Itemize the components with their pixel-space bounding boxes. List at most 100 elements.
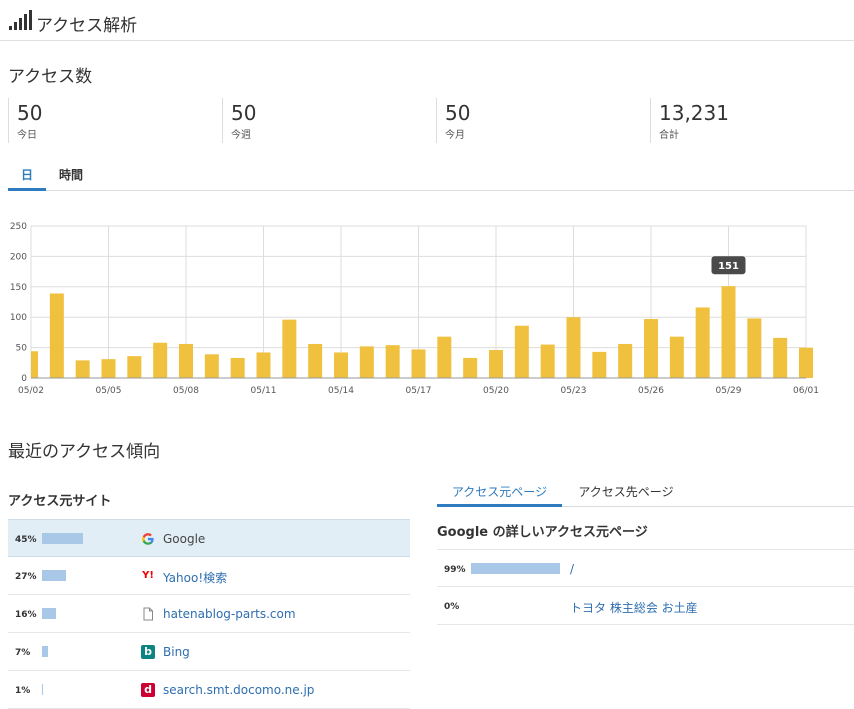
source-percent: 7% [15,648,31,658]
bar [669,336,684,378]
referrer-page-row[interactable]: 99% / [437,549,854,587]
access-chart-svg: 0 50 100 150 200 250 05/02 05/05 05/08 05/11 05/14… [10,222,819,396]
y-tick-label: 50 [16,344,28,354]
tab-hour[interactable]: 時間 [50,165,92,191]
trend-title: 最近のアクセス傾向 [8,442,161,462]
bar [49,293,64,378]
source-name[interactable]: Bing [163,645,190,659]
y-tick-label: 200 [10,252,27,262]
bar [514,325,529,378]
bar [308,343,323,378]
sources-title: アクセス元サイト [8,494,112,509]
stat-value: 50 [17,101,43,125]
bar [721,286,736,378]
y-tick-label: 0 [21,374,27,384]
source-percent: 16% [15,610,37,620]
page-header: アクセス解析 [0,0,854,41]
tab-day[interactable]: 日 [8,165,46,191]
bar [282,319,297,378]
x-tick-label: 05/20 [483,386,509,396]
source-row-google[interactable]: 45% Google [8,519,410,557]
bar [31,351,38,378]
source-percent-bar [42,646,49,657]
access-chart: 0 50 100 150 200 250 05/02 05/05 05/08 05/11 05/14… [0,215,854,405]
page-title: アクセス解析 [36,16,138,36]
referrer-page-row[interactable]: 0% トヨタ 株主総会 お土産 [437,587,854,625]
x-tick-label: 05/02 [18,386,44,396]
stat-label: 合計 [659,130,679,141]
bar [695,307,710,378]
x-tick-label: 05/11 [251,386,277,396]
bar [644,319,658,378]
docomo-icon: d [141,683,155,697]
source-percent: 1% [15,686,31,696]
bar [101,359,116,378]
stat-value: 13,231 [659,101,729,125]
bar [204,354,219,378]
tab-referrer-pages[interactable]: アクセス元ページ [437,483,562,507]
stat-label: 今日 [17,130,37,141]
bar [179,343,193,378]
x-tick-label: 05/23 [561,386,587,396]
bar [334,352,348,378]
page-percent: 0% [444,602,460,612]
y-tick-label: 250 [10,222,27,232]
source-percent-bar [42,570,67,581]
stat-total: 13,231 合計 [650,98,850,143]
x-tick-label: 05/17 [406,386,432,396]
signal-bars-icon [9,10,33,30]
tooltip-label: 151 [718,261,739,272]
bar [75,360,90,378]
bar [566,317,581,378]
document-icon [141,607,155,621]
page-tabs: アクセス元ページ アクセス先ページ [437,480,854,507]
page-link[interactable]: トヨタ 株主総会 お土産 [570,599,698,616]
source-percent: 27% [15,572,37,582]
y-tick-label: 150 [10,283,27,293]
source-row-bing[interactable]: 7% b Bing [8,633,410,671]
x-tick-label: 05/26 [638,386,664,396]
tab-destination-pages[interactable]: アクセス先ページ [565,483,687,507]
yahoo-icon: Y! [142,570,154,581]
source-row-yahoo[interactable]: 27% Y! Yahoo!検索 [8,557,410,595]
page-percent: 99% [444,565,466,575]
page-link[interactable]: / [570,562,574,576]
bar [773,337,788,378]
source-percent: 45% [15,535,37,545]
x-tick-label: 05/29 [716,386,742,396]
source-row-docomo[interactable]: 1% d search.smt.docomo.ne.jp [8,671,410,709]
bar [385,345,400,378]
bar [437,336,452,378]
detail-title: Google の詳しいアクセス元ページ [437,525,648,540]
x-tick-label: 06/01 [793,386,819,396]
bar [618,343,633,378]
source-percent-bar [42,533,83,544]
source-row-hatenablog[interactable]: 16% hatenablog-parts.com [8,595,410,633]
bar [592,351,607,378]
bar [747,318,762,378]
stat-label: 今週 [231,130,251,141]
page-percent-bar [471,563,561,574]
source-name: Google [163,532,206,546]
source-name[interactable]: hatenablog-parts.com [163,607,296,621]
x-tick-label: 05/08 [173,386,199,396]
x-tick-label: 05/05 [96,386,122,396]
bar [359,346,374,378]
x-tick-label: 05/14 [328,386,354,396]
bar [799,347,813,378]
bar [463,357,478,378]
stat-value: 50 [445,101,471,125]
stat-month: 50 今月 [436,98,650,143]
source-name[interactable]: Yahoo!検索 [163,569,227,586]
bar [489,350,503,378]
bar [540,344,555,378]
google-icon [141,532,155,546]
bar [411,349,426,378]
stat-label: 今月 [445,130,465,141]
bar [230,357,245,378]
bar [256,352,271,378]
source-name[interactable]: search.smt.docomo.ne.jp [163,683,314,697]
y-tick-label: 100 [10,313,27,323]
bing-icon: b [141,645,155,659]
source-percent-bar [42,608,57,619]
